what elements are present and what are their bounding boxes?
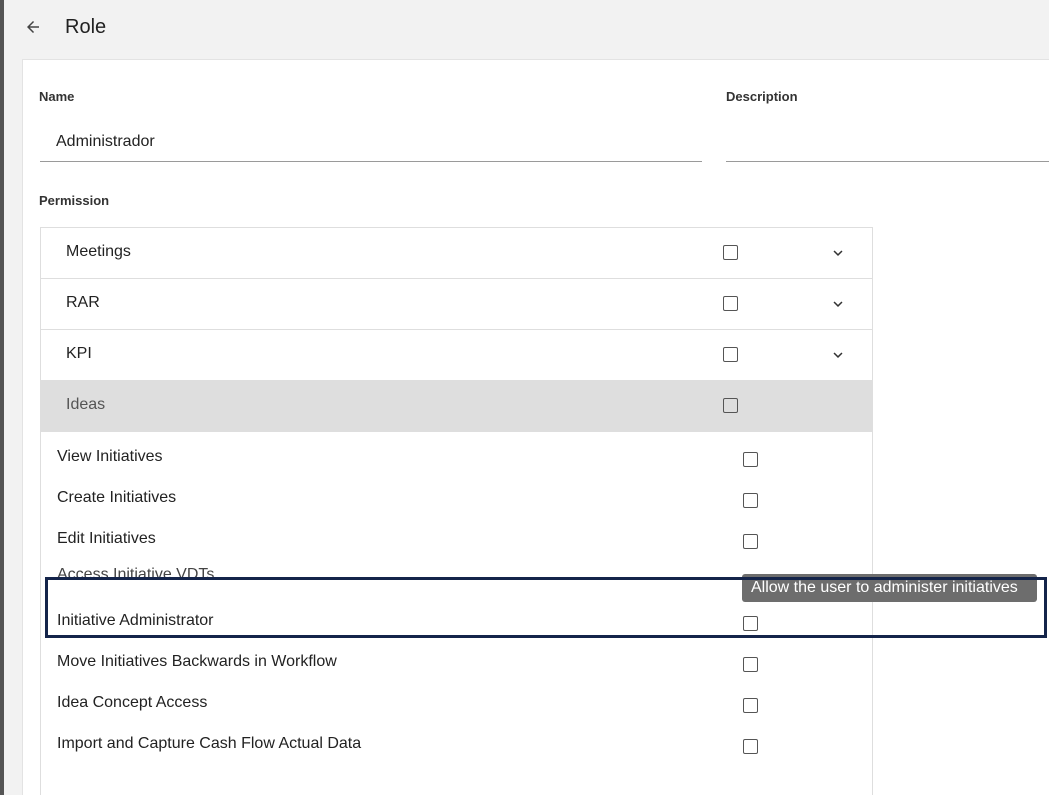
permission-item-label: Import and Capture Cash Flow Actual Data — [57, 735, 362, 752]
arrow-left-icon — [27, 21, 39, 33]
permission-group-ideas[interactable]: Ideas — [41, 381, 872, 432]
chevron-down-icon[interactable] — [829, 346, 847, 364]
name-input[interactable] — [40, 122, 702, 162]
description-label: Description — [726, 89, 798, 104]
page-title: Role — [65, 16, 107, 38]
permission-item-label: Access Initiative VDTs — [57, 566, 215, 583]
chevron-down-icon[interactable] — [829, 295, 847, 313]
permission-item-label: Initiative Administrator — [57, 612, 214, 629]
list-item[interactable]: Idea Concept Access — [41, 686, 872, 727]
create-initiatives-checkbox[interactable] — [743, 493, 758, 508]
permission-group-rar[interactable]: RAR — [41, 279, 872, 330]
list-item[interactable]: Initiative Administrator — [41, 604, 872, 645]
permission-item-label: View Initiatives — [57, 448, 163, 465]
permission-group-label: KPI — [66, 345, 92, 362]
permission-list: Meetings RAR KPI Ideas View Initiatives … — [40, 227, 873, 795]
chevron-down-icon[interactable] — [829, 244, 847, 262]
back-button[interactable] — [20, 14, 46, 40]
page-header: Role — [4, 0, 1049, 56]
idea-concept-access-checkbox[interactable] — [743, 698, 758, 713]
permission-item-label: Edit Initiatives — [57, 530, 156, 547]
edit-initiatives-checkbox[interactable] — [743, 534, 758, 549]
permission-group-label: RAR — [66, 294, 100, 311]
permission-group-label: Meetings — [66, 243, 131, 260]
rar-checkbox[interactable] — [723, 296, 738, 311]
tooltip: Allow the user to administer initiatives — [742, 574, 1037, 602]
description-input[interactable] — [726, 122, 1049, 162]
window-left-edge — [0, 0, 4, 795]
list-item[interactable]: Create Initiatives — [41, 481, 872, 522]
permission-group-label: Ideas — [66, 396, 106, 413]
permission-label: Permission — [39, 193, 110, 208]
list-item[interactable]: View Initiatives — [41, 440, 872, 481]
name-label: Name — [39, 89, 75, 104]
meetings-checkbox[interactable] — [723, 245, 738, 260]
permission-item-label: Idea Concept Access — [57, 694, 208, 711]
kpi-checkbox[interactable] — [723, 347, 738, 362]
permission-item-label: Create Initiatives — [57, 489, 177, 506]
permission-item-label: Move Initiatives Backwards in Workflow — [57, 653, 337, 670]
cash-flow-actual-data-checkbox[interactable] — [743, 739, 758, 754]
ideas-checkbox[interactable] — [723, 398, 738, 413]
initiative-administrator-checkbox[interactable] — [743, 616, 758, 631]
list-item[interactable]: Edit Initiatives — [41, 522, 872, 563]
permission-group-meetings[interactable]: Meetings — [41, 228, 872, 279]
view-initiatives-checkbox[interactable] — [743, 452, 758, 467]
move-backwards-checkbox[interactable] — [743, 657, 758, 672]
permission-group-kpi[interactable]: KPI — [41, 330, 872, 381]
role-form-card: Name Description Permission Meetings RAR… — [22, 59, 1049, 795]
list-item[interactable]: Import and Capture Cash Flow Actual Data — [41, 727, 872, 768]
list-item[interactable]: Move Initiatives Backwards in Workflow — [41, 645, 872, 686]
